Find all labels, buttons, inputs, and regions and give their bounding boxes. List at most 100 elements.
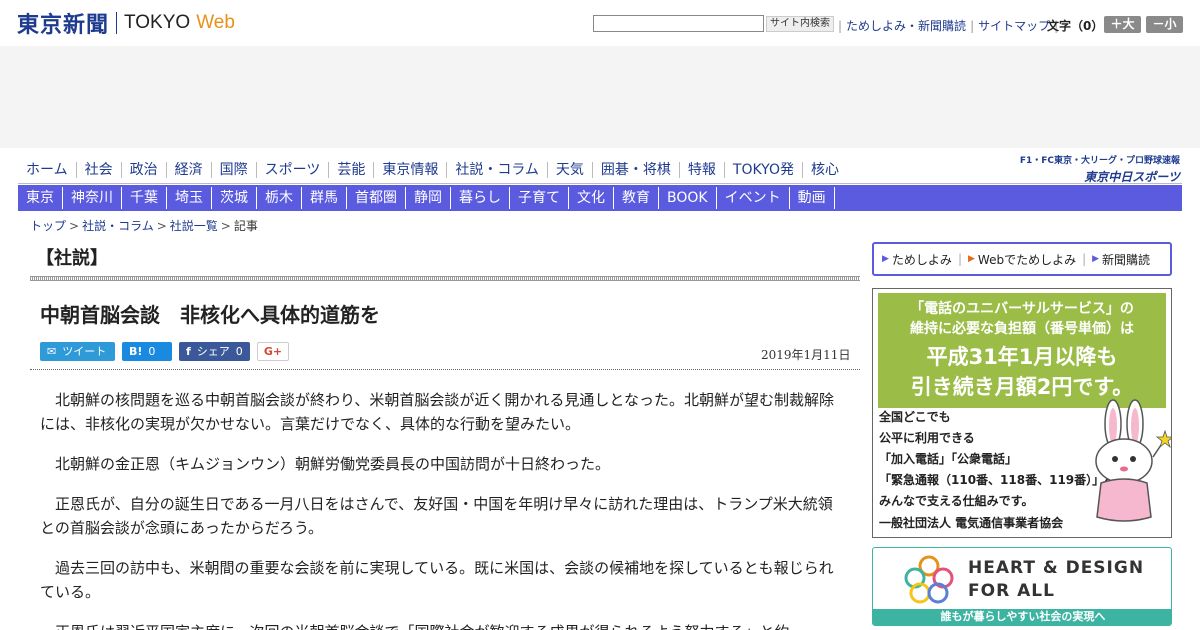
ad-tagline: 誰もが暮らしやすい社会の実現へ [873, 609, 1171, 625]
region-nav-item[interactable]: 文化 [569, 187, 614, 209]
main-nav-item[interactable]: 芸能 [328, 162, 373, 178]
region-nav-item[interactable]: 埼玉 [167, 187, 212, 209]
triangle-right-icon: ▶ [967, 254, 975, 264]
main-nav-item[interactable]: TOKYO発 [723, 162, 802, 178]
logo-japanese: 東京新聞 [17, 12, 110, 38]
flower-emblem-icon [904, 555, 954, 604]
utility-divider: | [838, 18, 843, 33]
article-body: 北朝鮮の核問題を巡る中朝首脳会談が終わり、米朝首脳会談が近く開かれる見通しとなっ… [40, 388, 845, 630]
breadcrumb-editorial-list[interactable]: 社説一覧 [170, 219, 218, 233]
hatena-count: 0 [148, 344, 156, 358]
tweet-label: ツイート [62, 344, 107, 358]
trial-subscribe-link[interactable]: ためしよみ・新聞購読 [846, 17, 966, 34]
font-bigger-button[interactable]: ＋大 [1104, 16, 1141, 33]
region-nav-item[interactable]: 神奈川 [63, 187, 122, 209]
ad-line: 維持に必要な負担額（番号単価）は [910, 321, 1134, 337]
universal-service-ad[interactable]: 「電話のユニバーサルサービス」の 維持に必要な負担額（番号単価）は 平成31年1… [872, 288, 1172, 538]
ad-line-large: 引き続き月額2円です。 [910, 375, 1134, 399]
main-nav-item[interactable]: スポーツ [255, 162, 329, 178]
ad-line-large: 平成31年1月以降も [926, 345, 1118, 369]
triangle-right-icon: ▶ [1092, 254, 1100, 264]
region-nav-item[interactable]: 子育て [510, 187, 569, 209]
share-buttons: ✉︎ ツイート B! 0 f シェア 0 G+ [40, 341, 296, 361]
breadcrumb-separator: > [69, 219, 80, 233]
tweet-button[interactable]: ✉︎ ツイート [40, 341, 115, 361]
chunichi-sports-banner[interactable]: F1・FC東京・大リーグ・プロ野球速報 東京中日スポーツ [1018, 153, 1180, 187]
hatena-bookmark-button[interactable]: B! 0 [122, 341, 172, 361]
region-nav-item[interactable]: 静岡 [406, 187, 451, 209]
google-plus-button[interactable]: G+ [257, 341, 289, 361]
breadcrumb-editorial-column[interactable]: 社説・コラム [82, 219, 154, 233]
main-nav-item[interactable]: 経済 [165, 162, 211, 178]
facebook-share-button[interactable]: f シェア 0 [179, 341, 250, 361]
article-paragraph: 正恩氏は習近平国家主席に、次回の米朝首脳会談で「国際社会が歓迎する成果が得られる… [40, 620, 845, 630]
section-title: 【社説】 [36, 248, 108, 269]
publish-date: 2019年1月11日 [761, 348, 851, 362]
chunichi-tagline: F1・FC東京・大リーグ・プロ野球速報 [1019, 156, 1180, 166]
utility-links: | ためしよみ・新聞購読 | サイトマップ | [834, 17, 1062, 34]
ad-description-line: みんなで支える仕組みです。 [879, 494, 1034, 508]
region-nav-item[interactable]: BOOK [659, 187, 717, 209]
main-nav-item[interactable]: 社説・コラム [446, 162, 547, 178]
ad-sponsor: 一般社団法人 電気通信事業者協会 [879, 516, 1064, 530]
region-nav-item[interactable]: 首都圏 [347, 187, 406, 209]
main-nav-item[interactable]: 核心 [801, 162, 847, 178]
web-trial-read-label: Webでためしよみ [977, 252, 1077, 267]
site-search-input[interactable] [593, 15, 764, 32]
facebook-count: 0 [235, 344, 243, 358]
heart-design-for-all-ad[interactable]: HEART & DESIGN FOR ALL 誰もが暮らしやすい社会の実現へ [872, 547, 1172, 626]
sitemap-link[interactable]: サイトマップ [978, 17, 1050, 34]
font-smaller-button[interactable]: －小 [1146, 16, 1183, 33]
trial-read-link[interactable]: ▶ ためしよみ [882, 251, 952, 268]
region-nav-item[interactable]: 暮らし [451, 187, 510, 209]
facebook-share-label: シェア [196, 344, 230, 358]
hatena-bookmark-icon: B! [129, 344, 143, 358]
site-search-button[interactable]: サイト内検索 [766, 16, 834, 32]
region-nav-item[interactable]: 群馬 [302, 187, 347, 209]
newspaper-subscribe-link[interactable]: ▶ 新聞購読 [1092, 251, 1150, 268]
ad-description-line: 公平に利用できる [879, 431, 975, 445]
main-nav-item[interactable]: 国際 [210, 162, 256, 178]
date-divider [30, 369, 860, 370]
ad-title: HEART & DESIGN [968, 558, 1145, 578]
main-nav-item[interactable]: 社会 [75, 162, 121, 178]
facebook-icon: f [186, 344, 191, 358]
link-divider: | [957, 252, 962, 266]
triangle-right-icon: ▶ [882, 254, 889, 264]
region-nav-item[interactable]: 千葉 [122, 187, 167, 209]
site-logo[interactable]: 東京新聞 TOKYO Web [17, 10, 235, 38]
breadcrumb-separator: > [220, 219, 231, 233]
font-size-label: 文字（0） [1047, 19, 1104, 33]
nav-divider [18, 183, 1182, 184]
utility-divider: | [970, 18, 975, 33]
top-ad-area [0, 46, 1200, 148]
web-trial-read-link[interactable]: ▶ Webでためしよみ [968, 251, 1076, 268]
main-nav-item[interactable]: ホーム [18, 162, 76, 178]
article-paragraph: 正恩氏が、自分の誕生日である一月八日をはさんで、友好国・中国を年明け早々に訪れた… [40, 495, 833, 537]
breadcrumb-top[interactable]: トップ [30, 219, 66, 233]
region-nav-item[interactable]: 栃木 [257, 187, 302, 209]
ad-headline-panel: 「電話のユニバーサルサービス」の 維持に必要な負担額（番号単価）は 平成31年1… [878, 293, 1166, 408]
article-paragraph: 北朝鮮の金正恩（キムジョンウン）朝鮮労働党委員長の中国訪問が十日終わった。 [55, 455, 611, 473]
region-nav-item[interactable]: 動画 [790, 187, 835, 209]
twitter-bird-icon: ✉︎ [47, 344, 57, 358]
rabbit-mascot-icon [1095, 399, 1171, 522]
main-navigation: ホーム 社会 政治 経済 国際 スポーツ 芸能 東京情報 社説・コラム 天気 囲碁・将棋 特報 TOKY… [18, 160, 847, 180]
region-nav-item[interactable]: イベント [717, 187, 790, 209]
subscription-links-box: ▶ ためしよみ | ▶ Webでためしよみ | ▶ 新聞購読 [872, 242, 1172, 276]
region-nav-item[interactable]: 茨城 [212, 187, 257, 209]
ad-line: 「電話のユニバーサルサービス」の [910, 301, 1134, 317]
main-nav-item[interactable]: 特報 [678, 162, 724, 178]
main-nav-item[interactable]: 政治 [120, 162, 166, 178]
google-plus-icon: G+ [263, 344, 283, 358]
article-paragraph: 北朝鮮の核問題を巡る中朝首脳会談が終わり、米朝首脳会談が近く開かれる見通しとなっ… [40, 391, 834, 433]
article-headline: 中朝首脳会談 非核化へ具体的道筋を [40, 303, 380, 327]
main-nav-item[interactable]: 囲碁・将棋 [591, 162, 679, 178]
region-nav-item[interactable]: 東京 [18, 187, 63, 209]
site-header: 東京新聞 TOKYO Web サイト内検索 | ためしよみ・新聞購読 | サイト… [0, 0, 1200, 46]
region-nav-item[interactable]: 教育 [614, 187, 659, 209]
main-nav-item[interactable]: 天気 [546, 162, 592, 178]
main-nav-item[interactable]: 東京情報 [373, 162, 446, 178]
ad-title: FOR ALL [968, 581, 1055, 601]
newspaper-subscribe-label: 新聞購読 [1102, 252, 1151, 267]
